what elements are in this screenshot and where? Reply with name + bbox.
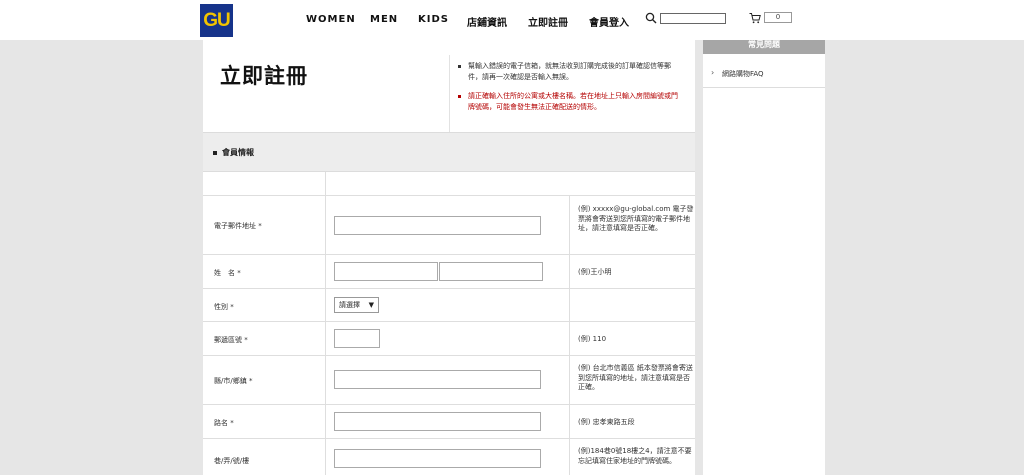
site-header: GU WOMEN MEN KIDS 店鋪資訊 立即註冊 會員登入 0 xyxy=(0,0,1024,40)
nav-kids[interactable]: KIDS xyxy=(418,14,449,25)
email-field[interactable] xyxy=(334,216,541,235)
address-detail-label: 巷/弄/號/樓 xyxy=(214,457,250,465)
cart-icon[interactable] xyxy=(749,12,761,24)
form-row-road: 路名 * (例) 忠孝東路五段 xyxy=(203,405,695,439)
gender-label: 性別 * xyxy=(214,303,234,311)
road-field[interactable] xyxy=(334,412,541,431)
road-hint: (例) 忠孝東路五段 xyxy=(578,418,635,426)
city-field[interactable] xyxy=(334,370,541,389)
form-row-email: 電子郵件地址 * (例) xxxxx@gu-global.com 電子發票將會寄… xyxy=(203,196,695,255)
gender-select-value: 請選擇 xyxy=(339,301,360,309)
email-label: 電子郵件地址 * xyxy=(214,222,262,230)
nav-login[interactable]: 會員登入 xyxy=(589,14,629,29)
form-row-blank xyxy=(203,172,695,196)
postal-hint: (例) 110 xyxy=(578,335,607,343)
search-input[interactable] xyxy=(660,13,726,24)
gu-logo[interactable]: GU xyxy=(200,4,233,37)
divider xyxy=(449,55,450,133)
city-label: 縣/市/鄉鎮 * xyxy=(214,377,253,385)
cart-count[interactable]: 0 xyxy=(764,12,792,23)
form-row-city: 縣/市/鄉鎮 * (例) 台北市信義區 紙本發票將會寄送到您所填寫的地址，請注意… xyxy=(203,356,695,405)
faq-link-label[interactable]: 網路購物FAQ xyxy=(722,69,764,79)
nav-register[interactable]: 立即註冊 xyxy=(528,14,568,29)
email-hint: (例) xxxxx@gu-global.com 電子發票將會寄送到您所填寫的電子… xyxy=(578,205,694,232)
form-row-gender: 性別 * 請選擇 ▼ xyxy=(203,289,695,322)
registration-panel: 立即註冊 幫輸入錯誤的電子信箱，就無法收到訂購完成後的訂單確認信等郵件，請再一次… xyxy=(203,40,695,475)
gender-select[interactable]: 請選擇 ▼ xyxy=(334,297,379,313)
last-name-field[interactable] xyxy=(334,262,438,281)
nav-store-info[interactable]: 店鋪資訊 xyxy=(467,14,507,29)
nav-women[interactable]: WOMEN xyxy=(306,14,356,25)
dropdown-arrow-icon: ▼ xyxy=(368,301,374,309)
postal-code-field[interactable] xyxy=(334,329,380,348)
address-detail-field[interactable] xyxy=(334,449,541,468)
chevron-right-icon: › xyxy=(711,68,715,77)
road-label: 路名 * xyxy=(214,419,234,427)
name-label: 姓 名 * xyxy=(214,269,241,277)
section-label: 會員情報 xyxy=(222,148,254,157)
city-hint: (例) 台北市信義區 紙本發票將會寄送到您所填寫的地址，請注意填寫是否正確。 xyxy=(578,364,693,391)
bullet-icon xyxy=(213,151,217,155)
name-hint: (例)王小明 xyxy=(578,268,612,276)
faq-link-online-shopping[interactable]: › 網路購物FAQ xyxy=(703,54,825,88)
first-name-field[interactable] xyxy=(439,262,543,281)
form-row-address-detail: 巷/弄/號/樓 (例)184巷0號18樓之4，請注意不要忘記填寫住家地址的門牌號… xyxy=(203,439,695,475)
faq-sidebar: 常見問題 › 網路購物FAQ xyxy=(703,40,825,475)
address-detail-hint: (例)184巷0號18樓之4，請注意不要忘記填寫住家地址的門牌號碼。 xyxy=(578,447,692,465)
section-header: 會員情報 xyxy=(203,132,695,172)
form-row-name: 姓 名 * (例)王小明 xyxy=(203,255,695,289)
page-title: 立即註冊 xyxy=(220,64,308,88)
faq-title: 常見問題 xyxy=(703,40,825,54)
postal-label: 郵遞區號 * xyxy=(214,336,248,344)
search-icon[interactable] xyxy=(645,12,657,24)
form-row-postal: 郵遞區號 * (例) 110 xyxy=(203,322,695,356)
nav-men[interactable]: MEN xyxy=(370,14,398,25)
email-notice: 幫輸入錯誤的電子信箱，就無法收到訂購完成後的訂單確認信等郵件，請再一次確認是否輸… xyxy=(458,61,684,82)
address-warning: 請正確輸入住所的公寓或大樓名稱。若在地址上只輸入房間編號或門牌號碼，可能會發生無… xyxy=(458,91,684,112)
